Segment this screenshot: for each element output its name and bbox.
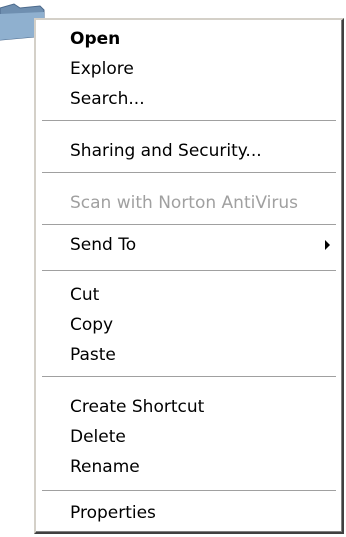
- menu-item-create-shortcut[interactable]: Create Shortcut: [38, 392, 340, 422]
- menu-item-sharing-security[interactable]: Sharing and Security...: [38, 136, 340, 166]
- menu-item-send-to[interactable]: Send To: [38, 230, 340, 260]
- menu-item-properties[interactable]: Properties: [38, 498, 340, 528]
- menu-item-explore[interactable]: Explore: [38, 54, 340, 84]
- chevron-right-icon: [325, 240, 330, 250]
- menu-item-send-to-label: Send To: [70, 235, 137, 255]
- menu-separator: [42, 172, 336, 174]
- menu-item-open[interactable]: Open: [38, 24, 340, 54]
- menu-separator: [42, 224, 336, 226]
- menu-separator: [42, 376, 336, 378]
- menu-separator: [42, 490, 336, 492]
- menu-item-paste[interactable]: Paste: [38, 340, 340, 370]
- desktop-area: Open Explore Search... Sharing and Secur…: [0, 0, 346, 537]
- menu-separator: [42, 270, 336, 272]
- menu-item-scan-norton: Scan with Norton AntiVirus: [70, 193, 298, 213]
- menu-item-copy[interactable]: Copy: [38, 310, 340, 340]
- menu-item-delete[interactable]: Delete: [38, 422, 340, 452]
- context-menu: Open Explore Search... Sharing and Secur…: [34, 18, 344, 534]
- menu-item-search[interactable]: Search...: [38, 84, 340, 114]
- menu-item-cut[interactable]: Cut: [38, 280, 340, 310]
- menu-separator: [42, 120, 336, 122]
- menu-item-rename[interactable]: Rename: [38, 452, 340, 482]
